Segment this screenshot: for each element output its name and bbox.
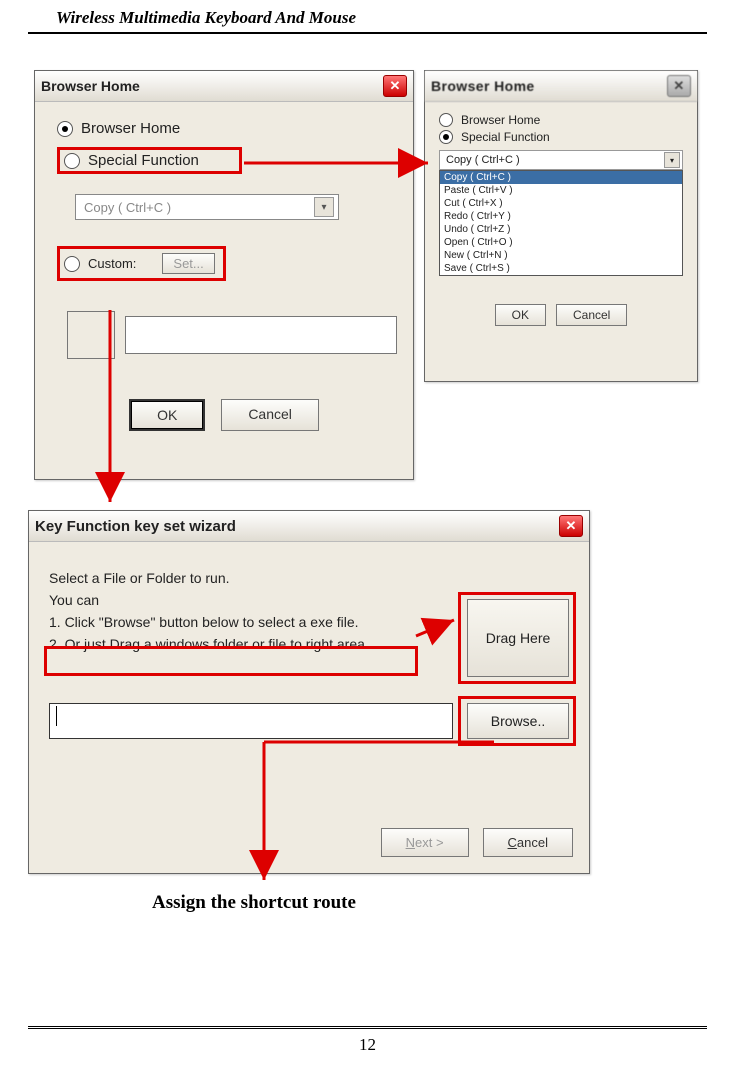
caption-text: Assign the shortcut route [152,892,356,914]
dialog-title: Key Function key set wizard [35,518,236,535]
close-icon[interactable]: ✕ [383,75,407,97]
highlight-box [458,696,576,746]
path-input[interactable] [49,703,453,739]
list-item[interactable]: New ( Ctrl+N ) [440,249,682,262]
function-listbox[interactable]: Copy ( Ctrl+C ) Paste ( Ctrl+V ) Cut ( C… [439,170,683,276]
special-function-combo[interactable]: Copy ( Ctrl+C ) ▾ [439,150,683,170]
radio-icon [57,121,73,137]
list-item[interactable]: Redo ( Ctrl+Y ) [440,210,682,223]
dialog-body: Browser Home Special Function Copy ( Ctr… [425,102,697,334]
ok-button[interactable]: OK [129,399,205,431]
cancel-button[interactable]: Cancel [221,399,319,431]
list-item[interactable]: Undo ( Ctrl+Z ) [440,223,682,236]
close-icon[interactable]: ✕ [667,75,691,97]
combo-value: Copy ( Ctrl+C ) [446,154,520,166]
radio-custom[interactable]: Custom: Set... [57,246,397,281]
titlebar: Browser Home ✕ [425,71,697,102]
titlebar: Browser Home ✕ [35,71,413,102]
combo-value: Copy ( Ctrl+C ) [84,200,171,215]
cancel-label: ancel [517,835,548,850]
titlebar: Key Function key set wizard ✕ [29,511,589,542]
radio-icon [439,113,453,127]
browser-home-dialog-main: Browser Home ✕ Browser Home Special Func… [34,70,414,480]
special-function-combo[interactable]: Copy ( Ctrl+C ) ▾ [75,194,339,220]
radio-browser-home[interactable]: Browser Home [439,113,691,127]
radio-special-function[interactable]: Special Function [439,130,691,144]
page-footer: 12 [28,1026,707,1055]
dialog-body: Browser Home Special Function Copy ( Ctr… [35,102,413,443]
radio-icon [439,130,453,144]
radio-label: Special Function [88,152,199,169]
key-function-wizard-dialog: Key Function key set wizard ✕ Select a F… [28,510,590,874]
close-icon[interactable]: ✕ [559,515,583,537]
list-item[interactable]: Open ( Ctrl+O ) [440,236,682,249]
radio-label: Browser Home [461,113,540,127]
icon-preview-box [67,311,115,359]
ok-button[interactable]: OK [495,304,546,326]
page-header: Wireless Multimedia Keyboard And Mouse [28,0,707,34]
custom-path-box [125,316,397,354]
dialog-title: Browser Home [431,78,535,94]
radio-label: Browser Home [81,120,180,137]
list-item[interactable]: Save ( Ctrl+S ) [440,262,682,275]
dialog-title: Browser Home [41,78,140,94]
wizard-buttons: Next > Cancel [381,828,573,857]
content-area: Browser Home ✕ Browser Home Special Func… [28,34,707,964]
radio-browser-home[interactable]: Browser Home [57,120,397,137]
chevron-down-icon: ▾ [314,197,334,217]
header-title: Wireless Multimedia Keyboard And Mouse [56,8,356,27]
radio-icon [64,153,80,169]
list-item[interactable]: Copy ( Ctrl+C ) [440,171,682,184]
cancel-button[interactable]: Cancel [483,828,573,857]
list-item[interactable]: Paste ( Ctrl+V ) [440,184,682,197]
radio-label: Special Function [461,130,550,144]
custom-preview-row [67,311,397,359]
chevron-down-icon: ▾ [664,152,680,168]
dialog-buttons: OK Cancel [51,399,397,431]
page-number: 12 [359,1035,376,1054]
radio-special-function[interactable]: Special Function [57,147,397,174]
next-button[interactable]: Next > [381,828,469,857]
list-item[interactable]: Cut ( Ctrl+X ) [440,197,682,210]
radio-label: Custom: [88,256,136,271]
highlight-box [44,646,418,676]
set-button[interactable]: Set... [162,253,214,274]
next-label: ext > [415,835,444,850]
dialog-buttons: OK Cancel [431,304,691,326]
highlight-box [458,592,576,684]
cancel-button[interactable]: Cancel [556,304,627,326]
radio-icon [64,256,80,272]
wizard-text-1: Select a File or Folder to run. [49,570,569,586]
browser-home-dialog-list: Browser Home ✕ Browser Home Special Func… [424,70,698,382]
